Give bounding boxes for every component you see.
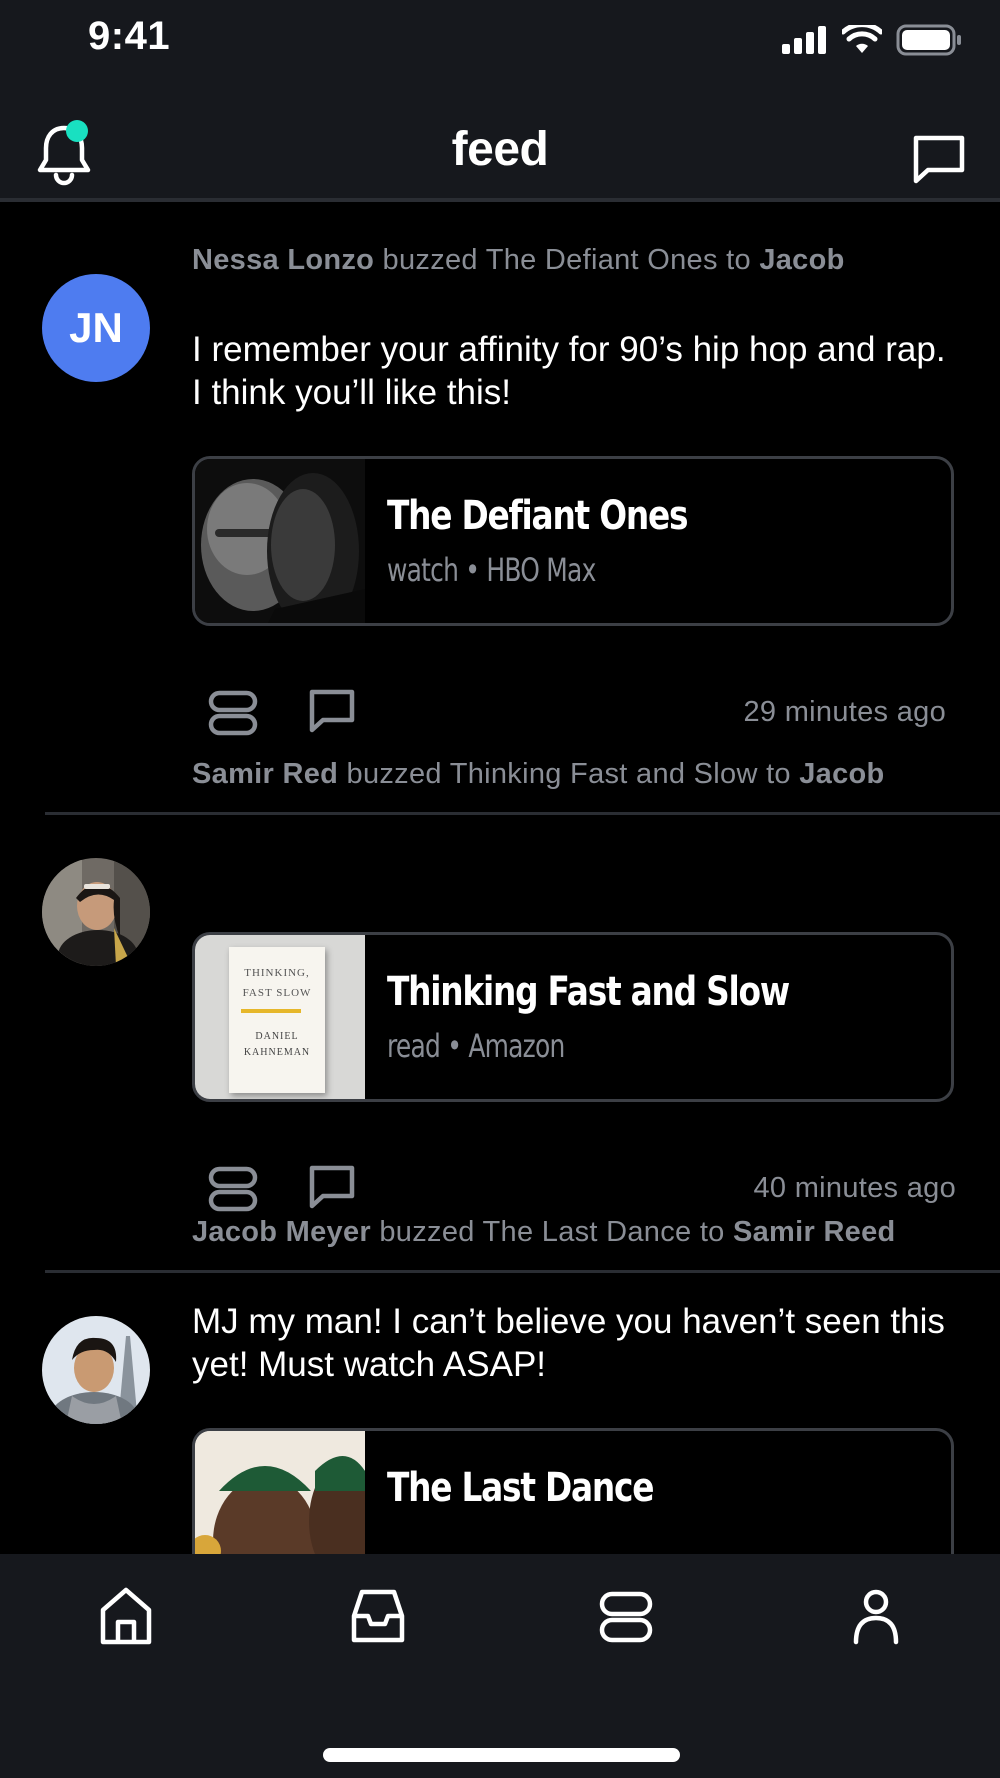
media-card[interactable]: THINKING, FAST SLOW DANIEL KAHNEMAN Thin…: [192, 932, 954, 1102]
post-meta: Nessa Lonzo buzzed The Defiant Ones to J…: [192, 244, 845, 276]
cellular-signal-icon: [782, 26, 828, 54]
media-thumbnail: [195, 1431, 365, 1554]
home-indicator[interactable]: [323, 1748, 680, 1762]
recipient-name[interactable]: Jacob: [759, 244, 844, 276]
sender-name[interactable]: Nessa Lonzo: [192, 244, 374, 276]
media-title: The Last Dance: [387, 1465, 654, 1511]
page-title: feed: [451, 123, 549, 176]
recipient-name[interactable]: Jacob: [799, 758, 884, 790]
comment-icon: [308, 688, 358, 734]
media-thumbnail: THINKING, FAST SLOW DANIEL KAHNEMAN: [195, 935, 365, 1099]
tab-home[interactable]: [98, 1586, 158, 1650]
post-timestamp: 40 minutes ago: [753, 1172, 956, 1204]
chat-bubble-icon: [912, 134, 968, 184]
post-divider: [45, 812, 1000, 815]
sender-name[interactable]: Jacob Meyer: [192, 1216, 371, 1248]
media-subtitle: watch • HBO Max: [387, 551, 596, 589]
buzz-button[interactable]: [208, 1166, 258, 1212]
buzz-button[interactable]: [208, 690, 258, 736]
comment-button[interactable]: [308, 1164, 358, 1210]
post-divider: [45, 1270, 1000, 1273]
feed-list[interactable]: JN Nessa Lonzo buzzed The Defiant Ones t…: [0, 206, 1000, 1554]
media-thumbnail: [195, 459, 365, 623]
comment-icon: [308, 1164, 358, 1210]
media-title: The Defiant Ones: [387, 493, 689, 539]
pencil-graphic: [241, 1009, 301, 1013]
tab-inbox[interactable]: [350, 1586, 410, 1650]
person-icon: [848, 1586, 908, 1646]
comment-button[interactable]: [308, 688, 358, 734]
wifi-icon: [842, 25, 882, 55]
status-bar: 9:41: [0, 0, 1000, 100]
messages-button[interactable]: [912, 134, 968, 186]
media-subtitle: read • Amazon: [387, 1027, 565, 1065]
avatar[interactable]: [42, 1316, 150, 1424]
inbox-icon: [350, 1586, 410, 1646]
post-message: MJ my man! I can’t believe you haven’t s…: [192, 1302, 945, 1384]
avatar[interactable]: JN: [42, 274, 150, 382]
tab-profile[interactable]: [848, 1586, 908, 1650]
tab-buzz[interactable]: [598, 1586, 658, 1650]
post-message: I remember your affinity for 90’s hip ho…: [192, 330, 946, 412]
app-header: feed: [0, 100, 1000, 202]
media-title: Thinking Fast and Slow: [387, 969, 790, 1015]
post-meta: Jacob Meyer buzzed The Last Dance to Sam…: [192, 1216, 896, 1248]
book-cover: THINKING, FAST SLOW DANIEL KAHNEMAN: [229, 947, 325, 1093]
screen: 9:41 feed JN Nessa Lonzo buzzed The Defi…: [0, 0, 1000, 1778]
buzz-icon: [598, 1586, 658, 1646]
post-timestamp: 29 minutes ago: [743, 696, 946, 728]
sender-name[interactable]: Samir Red: [192, 758, 338, 790]
media-card[interactable]: The Defiant Ones watch • HBO Max: [192, 456, 954, 626]
post-meta: Samir Red buzzed Thinking Fast and Slow …: [192, 758, 885, 790]
status-time: 9:41: [88, 14, 171, 58]
battery-icon: [896, 24, 962, 56]
status-icons: [782, 20, 962, 60]
tab-bar: [0, 1554, 1000, 1778]
media-card[interactable]: The Last Dance: [192, 1428, 954, 1554]
avatar[interactable]: [42, 858, 150, 966]
recipient-name[interactable]: Samir Reed: [733, 1216, 896, 1248]
home-icon: [98, 1586, 158, 1646]
